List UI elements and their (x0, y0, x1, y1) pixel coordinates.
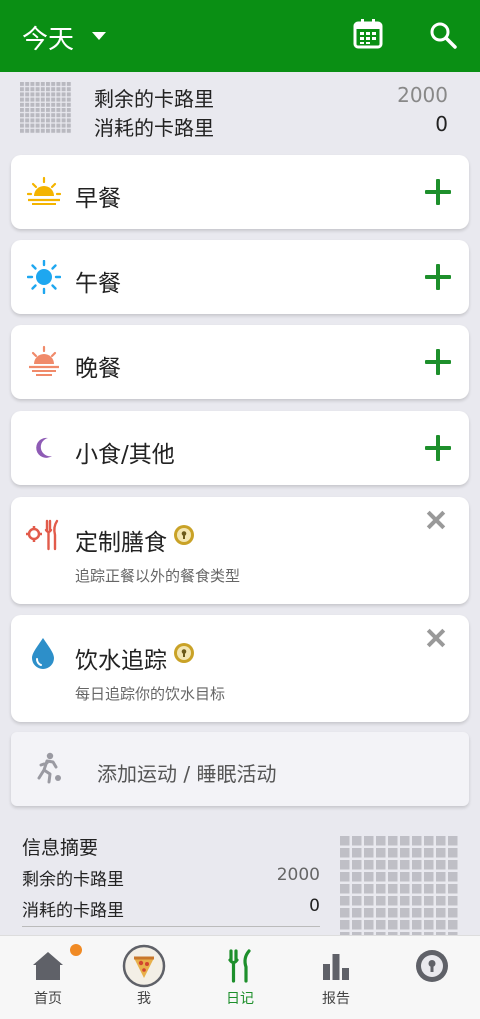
add-exercise-label: 添加运动 / 睡眠活动 (97, 762, 277, 786)
remaining-calories-label: 剩余的卡路里 (94, 87, 214, 111)
bar-chart-icon (323, 954, 349, 980)
consumed-calories-label: 消耗的卡路里 (94, 116, 214, 140)
meal-card-snacks[interactable]: 小食/其他 (11, 411, 469, 485)
nav-label: 首页 (34, 991, 62, 1007)
add-breakfast-plus-icon[interactable] (425, 179, 451, 205)
calendar-icon[interactable] (352, 18, 384, 50)
nav-label: 日记 (226, 991, 254, 1007)
nav-label: 报告 (322, 991, 350, 1007)
pizza-avatar-icon (122, 944, 166, 988)
add-snacks-plus-icon[interactable] (425, 435, 451, 461)
moon-icon (36, 437, 52, 458)
meal-card-dinner[interactable]: 晚餐 (11, 325, 469, 399)
search-icon[interactable] (428, 20, 458, 50)
home-icon (33, 952, 63, 980)
sunset-icon (29, 345, 59, 376)
remaining-calories-label: 剩余的卡路里 (22, 870, 124, 890)
nav-item-home[interactable]: 首页 (0, 936, 96, 1019)
meal-card-lunch[interactable]: 午餐 (11, 240, 469, 314)
info-summary-section[interactable]: 信息摘要 剩余的卡路里 2000 消耗的卡路里 0 (0, 820, 480, 935)
remaining-calories-value: 2000 (397, 83, 448, 107)
calorie-grid-icon (20, 82, 72, 134)
feature-label: 定制膳食 (75, 530, 167, 556)
add-exercise-sleep-button[interactable]: 添加运动 / 睡眠活动 (11, 732, 469, 806)
feature-card-water-tracking[interactable]: 饮水追踪 每日追踪你的饮水目标 (11, 615, 469, 722)
meal-label: 晚餐 (75, 356, 121, 382)
dismiss-close-icon[interactable] (427, 629, 445, 647)
chevron-down-icon[interactable] (92, 32, 106, 40)
top-app-bar: 今天 (0, 0, 480, 72)
fork-knife-icon (228, 949, 251, 983)
notification-dot (70, 944, 82, 956)
meal-label: 午餐 (75, 271, 121, 297)
premium-lock-icon (174, 525, 194, 545)
add-lunch-plus-icon[interactable] (425, 264, 451, 290)
meal-label: 小食/其他 (75, 442, 175, 468)
bottom-navigation: 首页 我 日记 报告 (0, 935, 480, 1019)
nav-label: 我 (137, 991, 151, 1007)
feature-description: 追踪正餐以外的餐食类型 (75, 567, 241, 585)
premium-lock-icon (416, 950, 448, 982)
water-drop-icon (32, 638, 54, 669)
feature-description: 每日追踪你的饮水目标 (75, 685, 226, 703)
feature-label: 饮水追踪 (75, 648, 167, 674)
calorie-summary-top[interactable]: 剩余的卡路里 2000 消耗的卡路里 0 (0, 72, 480, 146)
info-summary-heading: 信息摘要 (22, 837, 99, 859)
sunrise-icon (27, 176, 61, 205)
consumed-calories-label: 消耗的卡路里 (22, 901, 124, 921)
consumed-calories-value: 0 (435, 112, 448, 136)
dismiss-close-icon[interactable] (427, 511, 445, 529)
meal-label: 早餐 (75, 186, 121, 212)
remaining-calories-value: 2000 (276, 865, 320, 885)
feature-card-custom-meals[interactable]: 定制膳食 追踪正餐以外的餐食类型 (11, 497, 469, 604)
date-selector-title[interactable]: 今天 (22, 19, 74, 56)
consumed-calories-value: 0 (309, 896, 320, 916)
sun-icon (27, 260, 61, 294)
calorie-grid-icon (340, 836, 460, 935)
divider (22, 926, 320, 927)
nav-item-me[interactable]: 我 (96, 936, 192, 1019)
premium-lock-icon (174, 643, 194, 663)
running-icon (37, 752, 61, 784)
nav-item-reports[interactable]: 报告 (288, 936, 384, 1019)
meal-card-breakfast[interactable]: 早餐 (11, 155, 469, 229)
custom-meal-icon (26, 519, 59, 551)
nav-item-diary[interactable]: 日记 (192, 936, 288, 1019)
nav-item-premium[interactable] (384, 936, 480, 1019)
add-dinner-plus-icon[interactable] (425, 349, 451, 375)
